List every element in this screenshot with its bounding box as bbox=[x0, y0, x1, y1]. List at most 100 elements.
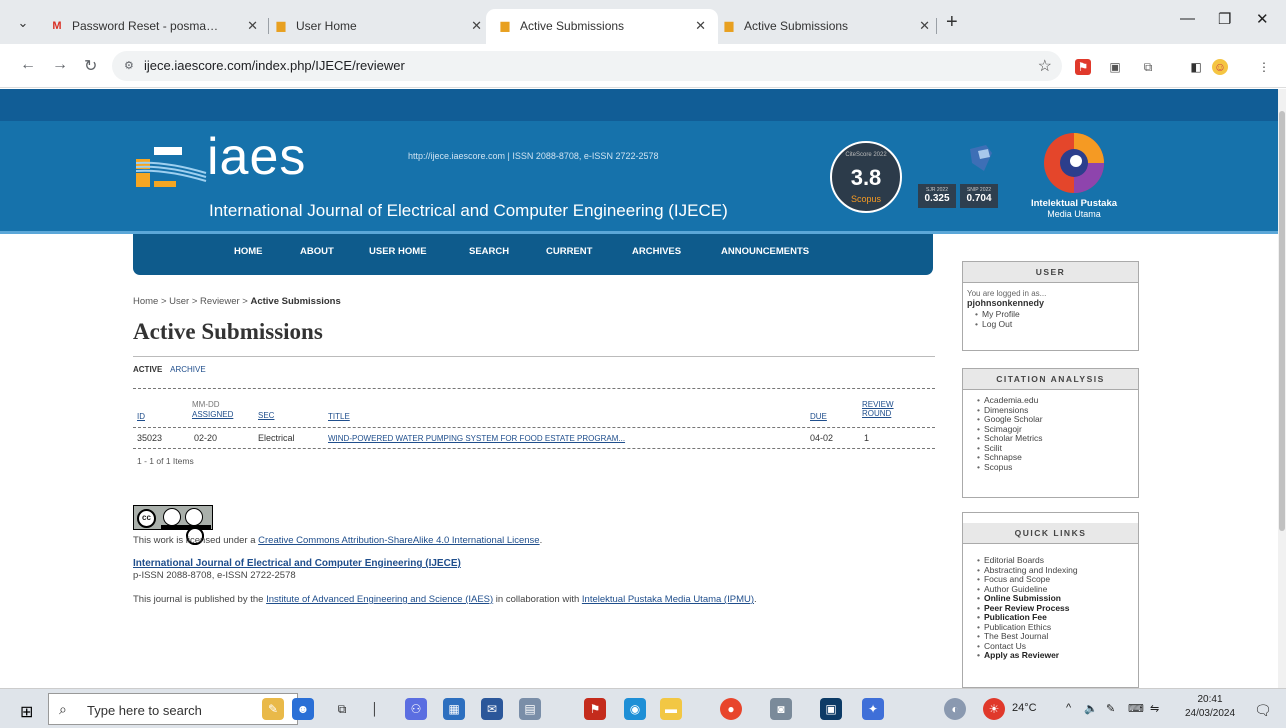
app2-icon[interactable]: ✦ bbox=[862, 698, 884, 720]
files-icon[interactable]: ▤ bbox=[519, 698, 541, 720]
item-count: 1 - 1 of 1 Items bbox=[137, 456, 194, 466]
citation-link[interactable]: Scopus bbox=[977, 462, 1138, 473]
widget-icon[interactable]: ✎ bbox=[262, 698, 284, 720]
top-blue-strip bbox=[0, 89, 1278, 121]
citescore-value: 3.8 bbox=[850, 165, 882, 190]
nav-about[interactable]: ABOUT bbox=[300, 246, 334, 257]
scrollbar-thumb[interactable] bbox=[1279, 111, 1285, 531]
tab-active[interactable]: ACTIVE bbox=[133, 365, 162, 374]
license-link[interactable]: Creative Commons Attribution-ShareAlike … bbox=[258, 535, 539, 546]
browser-tab[interactable]: M Password Reset - posmahutaso ✕ bbox=[38, 9, 270, 44]
volume-icon[interactable]: 🔈 bbox=[1084, 702, 1098, 715]
url-text[interactable]: ijece.iaescore.com/index.php/IJECE/revie… bbox=[144, 58, 405, 73]
publisher-sub: Media Utama bbox=[1047, 209, 1101, 219]
keyboard-icon[interactable]: ⌨ bbox=[1128, 702, 1144, 715]
ipmu-link[interactable]: Intelektual Pustaka Media Utama (IPMU) bbox=[582, 594, 754, 605]
citescore-badge[interactable]: CiteScore 2022 3.8 Scopus bbox=[830, 141, 902, 213]
browser-tab[interactable]: ▆ Active Submissions ✕ bbox=[710, 9, 942, 44]
tab-search-icon[interactable]: ⌄ bbox=[10, 12, 36, 34]
breadcrumb-current: Active Submissions bbox=[250, 296, 341, 307]
col-id-header[interactable]: ID bbox=[137, 412, 145, 421]
journal-title: International Journal of Electrical and … bbox=[209, 201, 728, 220]
main-nav: HOME ABOUT USER HOME SEARCH CURRENT ARCH… bbox=[133, 234, 933, 275]
acrobat-icon[interactable]: ⚑ bbox=[584, 698, 606, 720]
breadcrumb-path[interactable]: Home > User > Reviewer > bbox=[133, 296, 250, 307]
pen-icon[interactable]: ✎ bbox=[1106, 702, 1115, 715]
new-tab-icon[interactable]: + bbox=[946, 12, 958, 32]
sjr-badge[interactable]: SJR 2022 0.325 bbox=[918, 184, 956, 208]
browser-tab-active[interactable]: ▆ Active Submissions ✕ bbox=[486, 9, 718, 44]
teams-icon[interactable]: ⚇ bbox=[405, 698, 427, 720]
weather-temp[interactable]: 24°C bbox=[1012, 702, 1037, 714]
back-icon[interactable]: ← bbox=[20, 56, 36, 74]
task-view-icon[interactable]: ⧉ bbox=[331, 698, 353, 720]
close-tab-icon[interactable]: ✕ bbox=[919, 9, 930, 43]
extension-icon[interactable]: ▣ bbox=[1107, 59, 1123, 75]
profile-avatar-icon[interactable]: ☺ bbox=[1212, 59, 1228, 75]
license-prefix: This work is licensed under a bbox=[133, 535, 259, 546]
log-out-link[interactable]: Log Out bbox=[975, 319, 1138, 330]
nav-home[interactable]: HOME bbox=[234, 246, 263, 257]
table-top-rule bbox=[133, 388, 935, 389]
nav-user-home[interactable]: USER HOME bbox=[369, 246, 427, 257]
search-icon: ⌕ bbox=[59, 701, 67, 717]
iaes-link[interactable]: Institute of Advanced Engineering and Sc… bbox=[266, 594, 493, 605]
forward-icon[interactable]: → bbox=[52, 56, 68, 74]
col-due-header[interactable]: DUE bbox=[810, 412, 827, 421]
page-scrollbar[interactable] bbox=[1278, 89, 1286, 689]
col-title-header[interactable]: TITLE bbox=[328, 412, 350, 421]
minimize-icon[interactable]: — bbox=[1180, 10, 1195, 27]
mail-icon[interactable]: ✉ bbox=[481, 698, 503, 720]
journal-footer-link[interactable]: International Journal of Electrical and … bbox=[133, 558, 461, 569]
nav-current[interactable]: CURRENT bbox=[546, 246, 592, 257]
tab-title: Password Reset - posmahutaso bbox=[72, 19, 222, 33]
person-icon[interactable]: ☻ bbox=[292, 698, 314, 720]
chrome-icon[interactable]: ● bbox=[720, 698, 742, 720]
address-bar[interactable]: ⚙ ijece.iaescore.com/index.php/IJECE/rev… bbox=[112, 51, 1062, 81]
site-info-icon[interactable]: ⚙ bbox=[124, 59, 134, 72]
row-title-link[interactable]: WIND-POWERED WATER PUMPING SYSTEM FOR FO… bbox=[328, 434, 625, 443]
edge-icon[interactable]: ◉ bbox=[624, 698, 646, 720]
tray-app-icon[interactable]: ◐ bbox=[944, 698, 966, 720]
tray-chevron-icon[interactable]: ^ bbox=[1066, 702, 1071, 714]
bookmark-star-icon[interactable]: ☆ bbox=[1038, 56, 1052, 76]
col-round-header[interactable]: ROUND bbox=[862, 409, 891, 418]
restore-icon[interactable]: ❐ bbox=[1218, 10, 1231, 28]
col-sec-header[interactable]: SEC bbox=[258, 411, 274, 420]
ijece-favicon: ▆ bbox=[276, 20, 286, 32]
taskbar-search-box[interactable]: ⌕ Type here to search bbox=[48, 693, 298, 725]
extensions-puzzle-icon[interactable]: ⧉ bbox=[1140, 59, 1156, 75]
app-icon[interactable]: ▣ bbox=[820, 698, 842, 720]
weather-icon[interactable]: ☀ bbox=[983, 698, 1005, 720]
file-explorer-icon[interactable]: ▬ bbox=[660, 698, 682, 720]
quick-link[interactable]: Apply as Reviewer bbox=[977, 650, 1138, 661]
close-tab-icon[interactable]: ✕ bbox=[695, 9, 706, 43]
side-panel-icon[interactable]: ◧ bbox=[1188, 59, 1204, 75]
logged-in-text: You are logged in as... bbox=[967, 289, 1047, 298]
menu-kebab-icon[interactable]: ⋮ bbox=[1256, 59, 1272, 75]
taskbar-clock[interactable]: 20:41 24/03/2024 bbox=[1180, 693, 1240, 721]
reload-icon[interactable]: ↻ bbox=[84, 56, 97, 76]
camera-icon[interactable]: ◙ bbox=[770, 698, 792, 720]
network-icon[interactable]: ⇋ bbox=[1150, 702, 1159, 715]
close-window-icon[interactable]: ✕ bbox=[1256, 10, 1269, 28]
windows-start-icon[interactable]: ⊞ bbox=[20, 702, 33, 722]
tab-archive[interactable]: ARCHIVE bbox=[170, 365, 206, 374]
address-toolbar: ← → ↻ ⚙ ijece.iaescore.com/index.php/IJE… bbox=[0, 44, 1286, 88]
calculator-icon[interactable]: ▦ bbox=[443, 698, 465, 720]
snip-badge[interactable]: SNIP 2022 0.704 bbox=[960, 184, 998, 208]
close-tab-icon[interactable]: ✕ bbox=[247, 9, 258, 43]
cc-license-badge[interactable]: cc BY SA bbox=[133, 505, 213, 545]
col-review-header[interactable]: REVIEW bbox=[862, 400, 894, 409]
notifications-icon[interactable]: 🗨 bbox=[1254, 702, 1272, 719]
user-heading: USER bbox=[963, 262, 1138, 283]
col-mmdd-header: MM-DD bbox=[192, 400, 220, 409]
browser-tab[interactable]: ▆ User Home ✕ bbox=[262, 9, 494, 44]
pdf-extension-icon[interactable]: ⚑ bbox=[1075, 59, 1091, 75]
nav-announcements[interactable]: ANNOUNCEMENTS bbox=[721, 246, 809, 257]
iaes-logo-graphic bbox=[136, 147, 207, 187]
nav-archives[interactable]: ARCHIVES bbox=[632, 246, 681, 257]
nav-search[interactable]: SEARCH bbox=[469, 246, 509, 257]
close-tab-icon[interactable]: ✕ bbox=[471, 9, 482, 43]
col-assigned-header[interactable]: ASSIGNED bbox=[192, 410, 233, 419]
